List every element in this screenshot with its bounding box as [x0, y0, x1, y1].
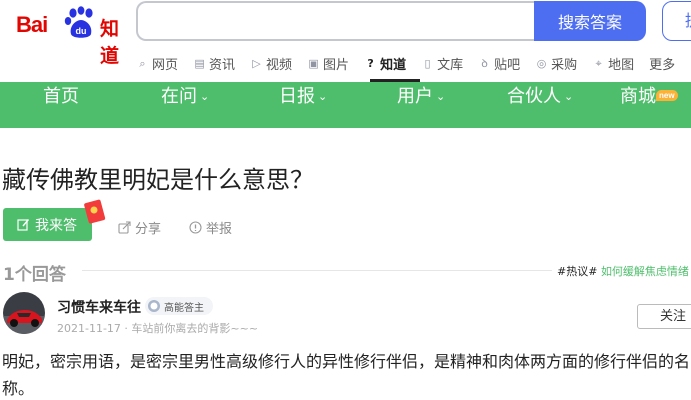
svg-text:du: du: [76, 26, 87, 36]
answer-meta: 2021-11-17 · 车站前你离去的背影~~~: [57, 322, 259, 335]
channel-home[interactable]: 首页: [43, 82, 79, 128]
image-icon: ▣: [308, 56, 319, 70]
channel-partner[interactable]: 合伙人 ⌄: [507, 82, 573, 128]
nav-zhidao[interactable]: ? 知道: [364, 54, 406, 73]
author-name[interactable]: 习惯车来车往: [57, 297, 141, 317]
channel-users[interactable]: 用户 ⌄: [397, 82, 445, 128]
search-answers-button[interactable]: 搜索答案: [534, 1, 646, 41]
channel-label: 合伙人: [507, 86, 561, 107]
channel-mall[interactable]: 商城: [620, 82, 656, 128]
nav-map[interactable]: ⌖ 地图: [592, 54, 635, 73]
channel-nav-bar: 首页 在问 ⌄ 日报 ⌄ 用户 ⌄ 合伙人 ⌄ 商城: [0, 82, 691, 128]
channel-label: 用户: [397, 86, 433, 107]
logo-zhidao-text: 知道: [100, 18, 120, 67]
doc-icon: ▯: [424, 56, 431, 70]
chevron-down-icon: ⌄: [564, 90, 574, 103]
nav-tieba[interactable]: ꝺ 贴吧: [478, 54, 520, 73]
search-icon: ⌕: [139, 56, 146, 70]
hot-topic-link[interactable]: 如何缓解焦虑情绪: [601, 265, 689, 278]
question-icon: ?: [367, 56, 374, 70]
nav-image[interactable]: ▣ 图片: [307, 54, 349, 73]
share-action[interactable]: 分享: [118, 218, 161, 237]
nav-label: 地图: [608, 57, 635, 73]
report-icon: [189, 221, 202, 234]
nav-label: 资讯: [209, 57, 236, 73]
video-icon: ▷: [252, 56, 261, 70]
avatar[interactable]: [3, 292, 45, 334]
tieba-icon: ꝺ: [481, 56, 488, 70]
hot-tag: #热议#: [557, 265, 598, 278]
chevron-down-icon: ⌄: [200, 90, 210, 103]
baidu-zhidao-logo[interactable]: Bai du 知道: [16, 6, 124, 67]
answers-count: 1个回答: [3, 265, 66, 285]
question-title: 藏传佛教里明妃是什么意思？: [2, 166, 314, 194]
baidu-paw-icon: du: [64, 6, 93, 38]
top-header: Bai du 知道 搜索答案 提问 ⌕ 网页 ▤ 资讯 ▷ 视频 ▣ 图片 ? 知道 ▯ 文…: [0, 0, 691, 82]
channel-label: 在问: [161, 86, 197, 107]
nav-label: 图片: [323, 57, 350, 73]
share-label: 分享: [135, 222, 162, 237]
product-nav: ⌕ 网页 ▤ 资讯 ▷ 视频 ▣ 图片 ? 知道 ▯ 文库 ꝺ 贴吧 ◎ 采购 ⌖ 地图 更多: [136, 52, 690, 74]
divider: [82, 270, 552, 271]
search-box: [136, 1, 534, 41]
nav-label: 更多: [649, 57, 676, 73]
nav-label: 网页: [152, 57, 179, 73]
ask-question-button[interactable]: 提问: [662, 1, 691, 41]
chevron-down-icon: ⌄: [436, 90, 446, 103]
nav-label: 采购: [551, 57, 578, 73]
nav-video[interactable]: ▷ 视频: [250, 54, 292, 73]
answer-button-label: 我来答: [35, 217, 77, 234]
report-action[interactable]: 举报: [189, 218, 232, 237]
channel-label: 首页: [43, 86, 79, 107]
share-icon: [118, 221, 131, 234]
nav-web[interactable]: ⌕ 网页: [136, 54, 178, 73]
news-icon: ▤: [194, 56, 205, 70]
nav-label: 视频: [266, 57, 293, 73]
answer-button[interactable]: 我来答: [3, 208, 92, 241]
chevron-down-icon: ⌄: [318, 90, 328, 103]
search-input[interactable]: [138, 3, 534, 39]
channel-asking[interactable]: 在问 ⌄: [161, 82, 209, 128]
medal-badge: 高能答主: [145, 297, 213, 315]
nav-label: 文库: [437, 57, 464, 73]
hot-topic: #热议# 如何缓解焦虑情绪: [557, 263, 689, 279]
medal-icon: [148, 300, 160, 312]
report-label: 举报: [206, 222, 233, 237]
channel-daily[interactable]: 日报 ⌄: [279, 82, 327, 128]
nav-purchase[interactable]: ◎ 采购: [535, 54, 577, 73]
nav-label: 知道: [380, 57, 407, 73]
channel-label: 日报: [279, 86, 315, 107]
channel-label: 商城: [620, 86, 656, 107]
nav-more[interactable]: 更多: [649, 54, 675, 73]
medal-label: 高能答主: [164, 302, 204, 314]
edit-icon: [17, 219, 30, 231]
nav-wenku[interactable]: ▯ 文库: [421, 54, 464, 73]
nav-label: 贴吧: [494, 57, 521, 73]
follow-button[interactable]: 关注: [637, 304, 691, 329]
purchase-icon: ◎: [536, 56, 547, 70]
map-pin-icon: ⌖: [595, 56, 602, 70]
logo-bai-text: Bai: [16, 12, 48, 37]
answer-text: 明妃，密宗用语，是密宗里男性高级修行人的异性修行伴侣，是精神和肉体两方面的修行伴…: [2, 352, 691, 398]
red-packet-icon: [84, 199, 106, 224]
new-badge: new: [656, 90, 678, 101]
nav-news[interactable]: ▤ 资讯: [193, 54, 235, 73]
